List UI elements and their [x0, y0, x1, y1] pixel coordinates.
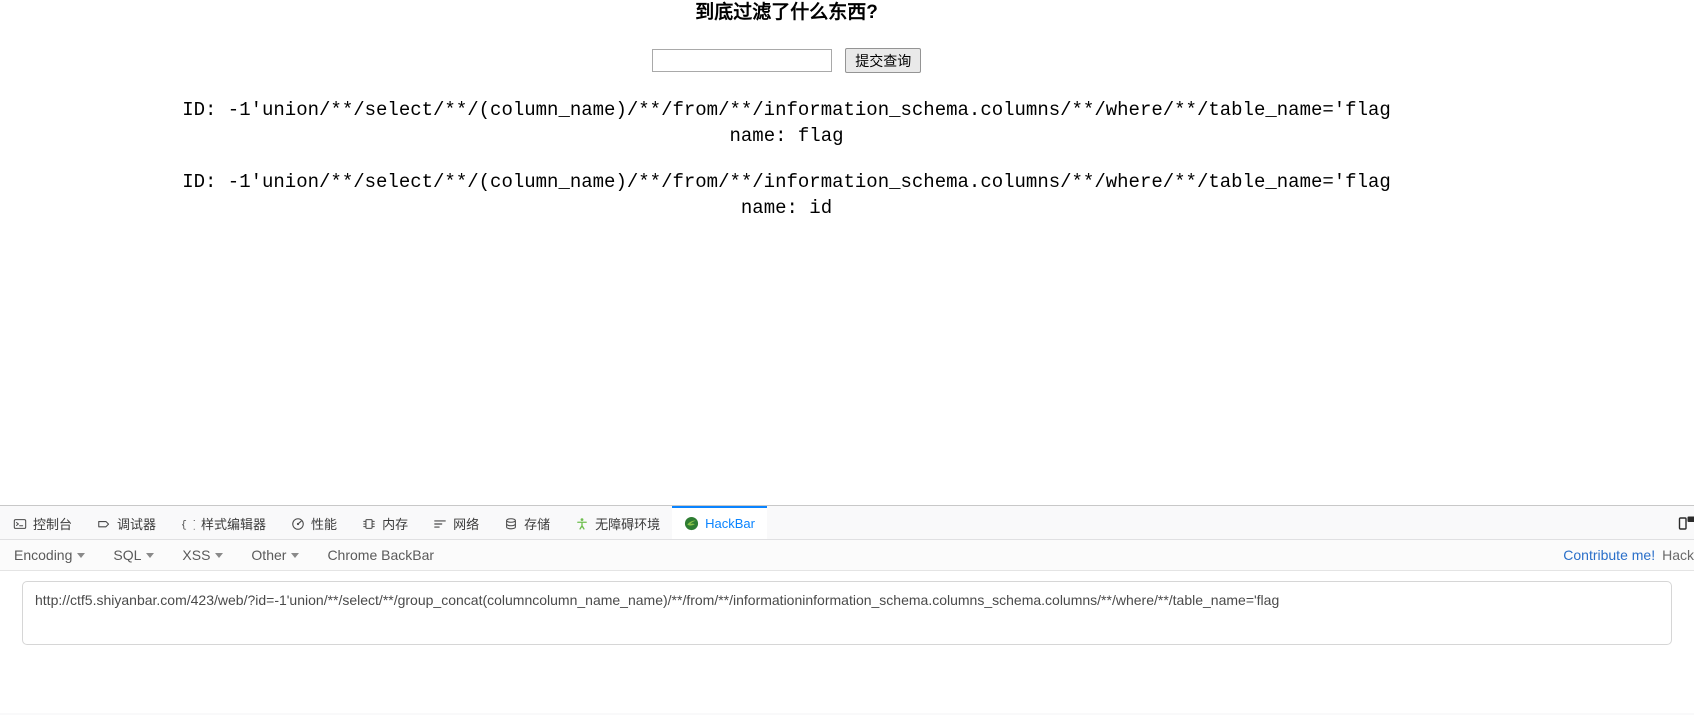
- tab-label: 性能: [311, 517, 338, 532]
- devtools-panel: 控制台 调试器 { } 样式编辑器 性能 内存: [0, 505, 1694, 715]
- devtools-tab-bar: 控制台 调试器 { } 样式编辑器 性能 内存: [0, 506, 1694, 540]
- svg-text:{ }: { }: [181, 519, 195, 531]
- submit-query-button[interactable]: 提交查询: [845, 48, 922, 73]
- tab-network[interactable]: 网络: [420, 506, 491, 539]
- id-input[interactable]: [651, 49, 832, 72]
- debugger-icon: [96, 516, 111, 531]
- menu-label: SQL: [113, 547, 142, 563]
- tab-label: 无障碍环境: [595, 517, 661, 532]
- tab-memory[interactable]: 内存: [349, 506, 420, 539]
- result-block: ID: -1'union/**/select/**/(column_name)/…: [0, 97, 1573, 149]
- tab-performance[interactable]: 性能: [278, 506, 349, 539]
- chevron-down-icon: [215, 552, 224, 558]
- tab-bar-spacer: [767, 506, 1676, 539]
- hackbar-menu-encoding[interactable]: Encoding: [0, 547, 99, 563]
- hackbar-brand-label: Hack: [1662, 547, 1694, 563]
- network-icon: [432, 516, 447, 531]
- menu-label: XSS: [182, 547, 211, 563]
- tab-label: 内存: [382, 517, 409, 532]
- tab-style-editor[interactable]: { } 样式编辑器: [168, 506, 278, 539]
- hackbar-menu-chrome-backbar[interactable]: Chrome BackBar: [313, 547, 448, 563]
- page-title: 到底过滤了什么东西?: [695, 2, 878, 23]
- hackbar-body: [0, 571, 1694, 713]
- responsive-design-mode-icon[interactable]: [1676, 512, 1694, 534]
- menu-label: Chrome BackBar: [327, 547, 435, 563]
- tab-debugger[interactable]: 调试器: [84, 506, 168, 539]
- style-editor-icon: { }: [180, 516, 195, 531]
- id-query-form: 提交查询: [0, 48, 1573, 73]
- result-name-line: name: flag: [729, 125, 844, 147]
- result-name-line: name: id: [740, 197, 833, 219]
- tab-label: 控制台: [33, 517, 73, 532]
- tab-console[interactable]: 控制台: [0, 506, 84, 539]
- accessibility-icon: [574, 516, 589, 531]
- tab-label: 样式编辑器: [201, 517, 267, 532]
- devtools-toolbar-actions: [1676, 506, 1694, 539]
- hackbar-url-input[interactable]: [22, 581, 1672, 645]
- tab-accessibility[interactable]: 无障碍环境: [562, 506, 672, 539]
- tab-hackbar[interactable]: HackBar: [672, 506, 767, 539]
- browser-page-content: 到底过滤了什么东西? 提交查询 ID: -1'union/**/select/*…: [0, 0, 1573, 505]
- performance-icon: [290, 516, 305, 531]
- chevron-down-icon: [146, 552, 155, 558]
- hackbar-icon: [684, 516, 699, 531]
- chevron-down-icon: [77, 552, 86, 558]
- tab-label: HackBar: [705, 516, 755, 531]
- tab-label: 网络: [453, 517, 480, 532]
- hackbar-menu-xss[interactable]: XSS: [168, 547, 237, 563]
- menu-label: Other: [251, 547, 287, 563]
- hackbar-toolbar: Encoding SQL XSS Other Chrome BackBar Co…: [0, 540, 1694, 571]
- hackbar-menu-sql[interactable]: SQL: [99, 547, 168, 563]
- chevron-down-icon: [291, 552, 300, 558]
- menu-label: Encoding: [14, 547, 73, 563]
- console-icon: [12, 516, 27, 531]
- contribute-link[interactable]: Contribute me!: [1563, 547, 1655, 563]
- tab-label: 存储: [524, 517, 551, 532]
- result-id-line: ID: -1'union/**/select/**/(column_name)/…: [182, 99, 1391, 121]
- tab-storage[interactable]: 存储: [491, 506, 562, 539]
- result-id-line: ID: -1'union/**/select/**/(column_name)/…: [182, 171, 1391, 193]
- query-results: ID: -1'union/**/select/**/(column_name)/…: [0, 97, 1573, 221]
- tab-label: 调试器: [117, 517, 157, 532]
- memory-icon: [361, 516, 376, 531]
- storage-icon: [503, 516, 518, 531]
- hackbar-toolbar-right: Contribute me! Hack: [1563, 547, 1694, 563]
- hackbar-menu-other[interactable]: Other: [237, 547, 313, 563]
- result-block: ID: -1'union/**/select/**/(column_name)/…: [0, 169, 1573, 221]
